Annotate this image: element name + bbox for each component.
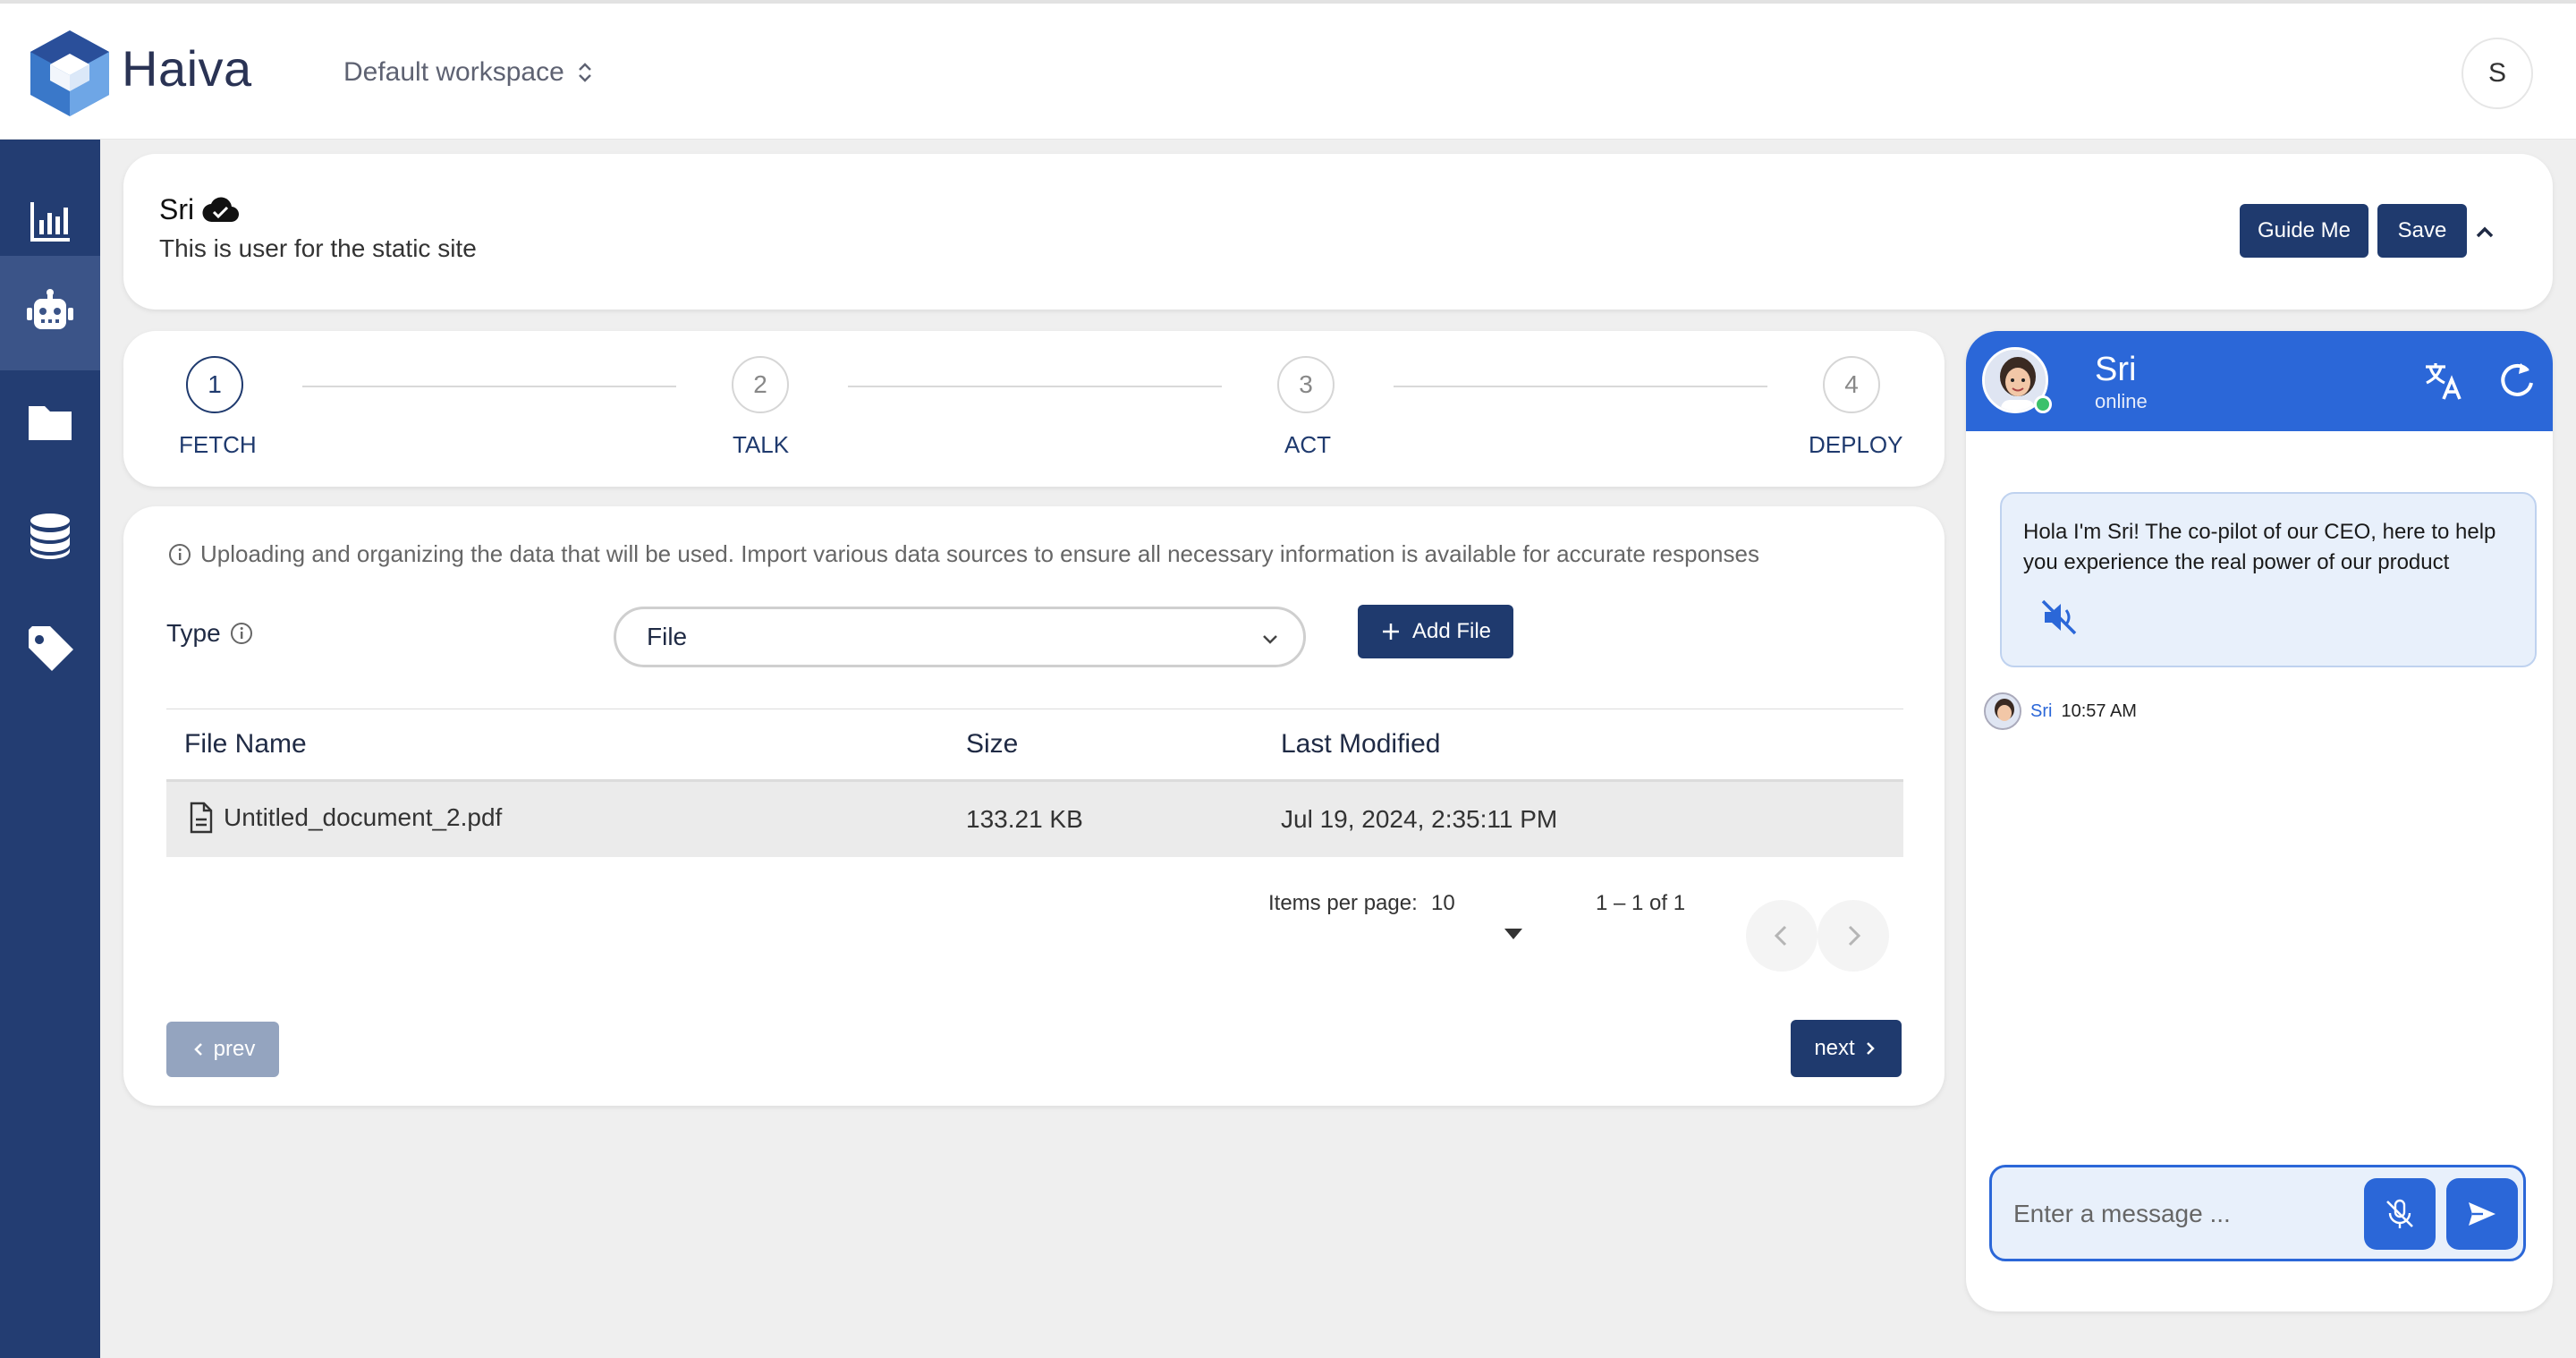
- type-label: Type: [166, 619, 221, 647]
- items-per-page-select[interactable]: 10: [1431, 891, 1455, 916]
- bot-message-text: Hola I'm Sri! The co-pilot of our CEO, h…: [2023, 520, 2496, 574]
- send-button[interactable]: [2446, 1178, 2518, 1250]
- agent-title: Sri: [159, 193, 241, 226]
- add-file-label: Add File: [1411, 619, 1492, 643]
- send-icon: [2469, 1202, 2496, 1226]
- info-icon[interactable]: [230, 622, 253, 645]
- agent-header-card: Sri This is user for the static site Gui…: [123, 154, 2553, 310]
- folder-icon: [29, 406, 72, 440]
- chevron-left-icon: [1774, 925, 1787, 946]
- file-size: 133.21 KB: [966, 805, 1083, 833]
- haiva-logo[interactable]: [27, 27, 113, 120]
- step-4-circle[interactable]: 4: [1823, 356, 1880, 413]
- type-select-value: File: [647, 623, 688, 650]
- mic-off-icon: [2386, 1199, 2413, 1228]
- chevron-right-icon: [1866, 1042, 1875, 1055]
- chevron-down-icon: [1263, 635, 1277, 644]
- sender-name: Sri: [2030, 700, 2053, 721]
- brand-name: Haiva: [122, 40, 252, 97]
- translate-icon[interactable]: [2422, 358, 2467, 403]
- file-name-cell: Untitled_document_2.pdf: [188, 802, 502, 834]
- cloud-done-icon: [202, 197, 240, 222]
- chevron-up-icon[interactable]: [2472, 220, 2497, 245]
- prev-step-button[interactable]: prev: [166, 1022, 279, 1077]
- sidebar: [0, 140, 100, 1358]
- sidebar-item-database[interactable]: [0, 480, 100, 594]
- fetch-panel: Uploading and organizing the data that w…: [123, 506, 1945, 1106]
- sidebar-item-agents[interactable]: [0, 256, 100, 370]
- database-icon: [30, 513, 70, 559]
- next-page-button[interactable]: [1818, 900, 1889, 972]
- next-step-button[interactable]: next: [1791, 1020, 1902, 1077]
- step-1-label: FETCH: [179, 431, 257, 458]
- column-header-size[interactable]: Size: [966, 729, 1018, 760]
- table-row[interactable]: Untitled_document_2.pdf 133.21 KB Jul 19…: [166, 782, 1903, 857]
- unfold-icon: [578, 63, 591, 82]
- prev-label: prev: [213, 1037, 256, 1061]
- type-select[interactable]: File: [614, 607, 1306, 667]
- step-connector: [1394, 386, 1767, 387]
- step-3-label: ACT: [1284, 431, 1331, 458]
- step-2-circle[interactable]: 2: [732, 356, 789, 413]
- volume-off-icon[interactable]: [2039, 598, 2079, 637]
- items-per-page-label: Items per page:: [1268, 891, 1418, 915]
- step-1-circle[interactable]: 1: [186, 356, 243, 413]
- refresh-icon[interactable]: [2494, 358, 2538, 403]
- top-bar: Haiva Default workspace S: [0, 0, 2576, 140]
- sender-avatar-image: [1986, 694, 2020, 728]
- chevron-left-icon: [193, 1043, 202, 1056]
- stepper: 1 FETCH 2 TALK 3 ACT 4 DEPLOY: [123, 331, 1945, 487]
- save-button[interactable]: Save: [2377, 204, 2467, 258]
- table-header: File Name Size Last Modified: [166, 709, 1903, 782]
- message-meta: Sri 10:57 AM: [1984, 692, 2137, 730]
- user-avatar[interactable]: S: [2462, 38, 2533, 109]
- analytics-icon: [30, 202, 70, 242]
- column-header-file-name[interactable]: File Name: [184, 729, 307, 760]
- step-connector: [848, 386, 1222, 387]
- step-3-circle[interactable]: 3: [1277, 356, 1335, 413]
- message-time: 10:57 AM: [2061, 700, 2137, 721]
- next-label: next: [1814, 1036, 1855, 1060]
- tag-icon: [29, 626, 73, 671]
- add-file-button[interactable]: Add File: [1358, 605, 1513, 658]
- voice-input-button[interactable]: [2364, 1178, 2436, 1250]
- file-name: Untitled_document_2.pdf: [224, 803, 503, 831]
- workspace-label: Default workspace: [343, 57, 564, 87]
- plus-icon: [1382, 624, 1399, 640]
- pagination-range: 1 – 1 of 1: [1596, 891, 1686, 915]
- info-message: Uploading and organizing the data that w…: [200, 540, 1759, 567]
- sidebar-item-tags[interactable]: [0, 592, 100, 707]
- step-4-label: DEPLOY: [1809, 431, 1903, 458]
- step-connector: [302, 386, 676, 387]
- chat-bot-status: online: [2095, 390, 2148, 412]
- chevron-right-icon: [1848, 925, 1861, 946]
- agent-description: This is user for the static site: [159, 234, 477, 262]
- previous-page-button[interactable]: [1746, 900, 1818, 972]
- caret-down-icon[interactable]: [1504, 929, 1522, 939]
- sender-avatar: [1984, 692, 2021, 730]
- chat-bot-name: Sri: [2095, 351, 2137, 388]
- chat-input-area: [1989, 1165, 2526, 1261]
- sidebar-item-files[interactable]: [0, 365, 100, 480]
- robot-icon: [27, 289, 73, 329]
- file-modified: Jul 19, 2024, 2:35:11 PM: [1281, 805, 1558, 833]
- chat-header: Sri online: [1966, 331, 2553, 431]
- chat-preview-panel: Sri online Hola I'm Sri! The co-pilot of…: [1966, 331, 2553, 1311]
- info-text: Uploading and organizing the data that w…: [168, 540, 1759, 568]
- guide-me-button[interactable]: Guide Me: [2240, 204, 2368, 258]
- agent-name: Sri: [159, 193, 195, 225]
- column-header-last-modified[interactable]: Last Modified: [1281, 729, 1440, 760]
- bot-message-bubble: Hola I'm Sri! The co-pilot of our CEO, h…: [2000, 492, 2537, 667]
- online-status-dot: [2034, 395, 2052, 413]
- type-field-label: Type: [166, 619, 253, 648]
- document-icon: [190, 802, 213, 834]
- workspace-selector[interactable]: Default workspace: [343, 57, 595, 88]
- info-icon: [169, 543, 191, 565]
- step-2-label: TALK: [733, 431, 790, 458]
- message-input[interactable]: [2013, 1189, 2353, 1239]
- files-table: File Name Size Last Modified Untitled_do…: [166, 709, 1903, 857]
